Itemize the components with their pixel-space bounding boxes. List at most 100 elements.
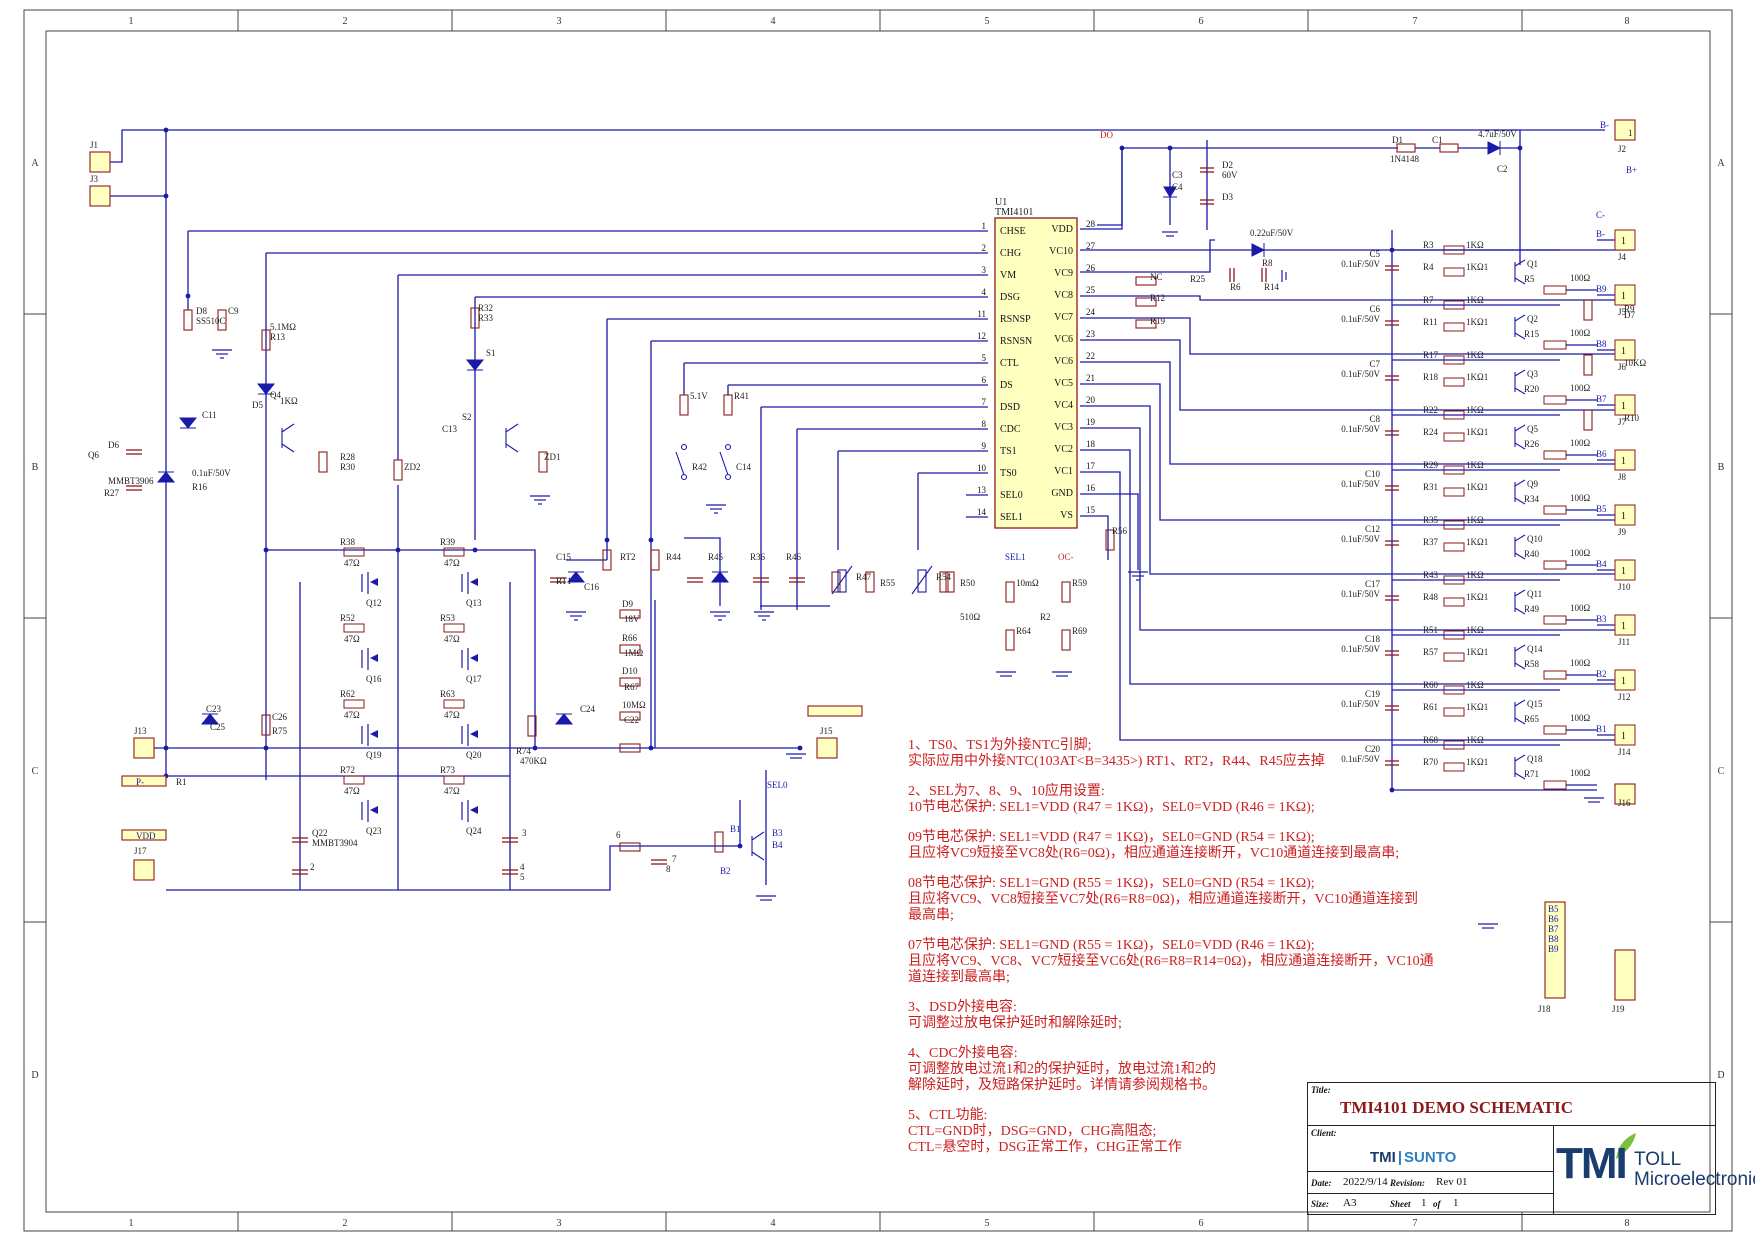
ic-pin-number: 26 xyxy=(1086,263,1096,273)
cell-connector-ref: J10 xyxy=(1618,582,1631,592)
label-ref: C25 xyxy=(210,722,226,732)
cell-sense-ref: R20 xyxy=(1524,384,1540,394)
column-number: 7 xyxy=(1413,1218,1418,1229)
cell-transistor xyxy=(1514,534,1526,542)
label-val: SS510C xyxy=(196,316,226,326)
client-label: Client: xyxy=(1311,1128,1337,1138)
label-val: 4.7uF/50V xyxy=(1478,129,1517,139)
label-ref: RT2 xyxy=(620,552,635,562)
ic-pin-number: 10 xyxy=(977,463,987,473)
client-logo-sunto: SUNTO xyxy=(1404,1149,1457,1166)
cell-res-b-ref: R24 xyxy=(1423,427,1439,437)
cell-sense-resistor xyxy=(1543,780,1567,790)
gate-resistor-ref: R38 xyxy=(340,537,356,547)
cell-cap-ref: C6 xyxy=(1369,304,1380,314)
ic-pin-name: CHG xyxy=(1000,248,1021,259)
cell-connector-ref: J12 xyxy=(1618,692,1631,702)
label-ref: R28 xyxy=(340,452,356,462)
ic-pin-number: 2 xyxy=(982,243,987,253)
gate-resistor-ref: R53 xyxy=(440,613,456,623)
label-ref: C4 xyxy=(1172,182,1183,192)
label-ref: ZD1 xyxy=(544,452,561,462)
column-number: 4 xyxy=(771,1218,776,1229)
client-row: Client: TMI | SUNTO xyxy=(1308,1126,1553,1172)
cell-res-a-ref: R17 xyxy=(1423,350,1439,360)
label-ref: C26 xyxy=(272,712,288,722)
cell-res-a-value: 1KΩ xyxy=(1466,570,1484,580)
label-pin: 6 xyxy=(616,830,621,840)
cell-cap-ref: C17 xyxy=(1365,579,1381,589)
ic-pin-name: CDC xyxy=(1000,424,1021,435)
note-line: 07节电芯保护: SEL1=GND (R55 = 1KΩ)，SEL0=VDD (… xyxy=(908,938,1315,953)
ic-tmi4101 xyxy=(994,217,1078,529)
column-number: 6 xyxy=(1199,16,1204,27)
ic-pin-number: 16 xyxy=(1086,483,1096,493)
cell-net-label: B6 xyxy=(1596,449,1607,459)
cell-transistor-ref: Q5 xyxy=(1527,424,1538,434)
label-val: 1MΩ xyxy=(624,648,644,658)
label-net: B4 xyxy=(772,840,783,850)
note-line: 10节电芯保护: SEL1=VDD (R47 = 1KΩ)，SEL0=VDD (… xyxy=(908,800,1315,815)
label-ref: D1 xyxy=(1392,135,1403,145)
mosfet-ref: Q13 xyxy=(466,598,482,608)
cell-res-b-ref: R48 xyxy=(1423,592,1439,602)
mosfet-arrow xyxy=(470,578,478,586)
title-row: Title: TMI4101 DEMO SCHEMATIC xyxy=(1308,1083,1715,1126)
mosfet-arrow xyxy=(470,654,478,662)
label-ref: R12 xyxy=(1150,293,1165,303)
label-ref: R69 xyxy=(1072,626,1088,636)
ic-pin-number: 12 xyxy=(977,331,986,341)
label-net: B3 xyxy=(772,828,783,838)
ic-pin-number: 24 xyxy=(1086,307,1096,317)
client-logo-tmi: TMI xyxy=(1370,1149,1396,1166)
column-number: 5 xyxy=(985,1218,990,1229)
gate-resistor xyxy=(443,623,465,633)
cell-transistor xyxy=(1514,699,1526,707)
label-ref: Q6 xyxy=(88,450,99,460)
note-line: 可调整过放电保护延时和解除延时; xyxy=(908,1016,1122,1031)
ic-pin-number: 20 xyxy=(1086,395,1096,405)
ic-pin-name: VC2 xyxy=(1054,444,1073,455)
note-line: 最高串; xyxy=(908,908,954,923)
cell-net-label: B8 xyxy=(1596,339,1607,349)
ic-pin-number: 23 xyxy=(1086,329,1096,339)
note-line: 3、DSD外接电容: xyxy=(908,1000,1017,1015)
date-label: Date: xyxy=(1311,1178,1332,1188)
drawing-title: TMI4101 DEMO SCHEMATIC xyxy=(1340,1098,1573,1117)
size-label: Size: xyxy=(1311,1199,1329,1209)
ic-pin-number: 17 xyxy=(1086,461,1096,471)
cell-cap-ref: C8 xyxy=(1369,414,1380,424)
label-ref: R42 xyxy=(692,462,707,472)
cell-net-label: B- xyxy=(1596,229,1605,239)
label-ref: Q4 xyxy=(270,390,281,400)
gate-resistor xyxy=(443,775,465,785)
mosfet-arrow xyxy=(370,806,378,814)
cell-row: C100.1uF/50V R29 1KΩ R31 1KΩ1 Q9 R34 100Ω 1 B6 J8 xyxy=(1341,449,1636,515)
gate-resistor xyxy=(443,547,465,557)
sheet-label: Sheet xyxy=(1390,1199,1411,1209)
label-val: MMBT3904 xyxy=(312,838,358,848)
mosfet-arrow xyxy=(370,654,378,662)
note-block: 2、SEL为7、8、9、10应用设置: 10节电芯保护: SEL1=VDD (R4… xyxy=(908,784,1468,816)
cell-transistor-ref: Q18 xyxy=(1527,754,1543,764)
cell-res-a-value: 1KΩ xyxy=(1466,625,1484,635)
cell-cap-value: 0.1uF/50V xyxy=(1341,699,1380,709)
cell-connector-pin: 1 xyxy=(1621,511,1626,522)
column-number: 1 xyxy=(129,16,134,27)
label-ref: D8 xyxy=(196,306,207,316)
row-letter: B xyxy=(32,462,39,473)
mosfet-arrow xyxy=(470,806,478,814)
label-ref: R41 xyxy=(734,391,749,401)
label-ref: R2 xyxy=(1040,612,1051,622)
cell-res-b-value: 1KΩ1 xyxy=(1466,592,1488,602)
mosfet-array: R38 47Ω Q12 R39 47Ω Q13 R52 47Ω Q16 R53 47Ω Q17 R62 4… xyxy=(340,537,482,836)
label-net: C- xyxy=(1596,210,1605,220)
label-val: 0.22uF/50V xyxy=(1250,228,1294,238)
label-ref: J19 xyxy=(1612,1004,1625,1014)
ic-pin-name: DSD xyxy=(1000,402,1020,413)
mosfet-ref: Q24 xyxy=(466,826,482,836)
note-line: 且应将VC9短接至VC8处(R6=0Ω)，相应通道连接断开，VC10通道连接到最… xyxy=(908,846,1400,861)
label-ref: R25 xyxy=(1190,274,1206,284)
label-ref: R1 xyxy=(176,777,187,787)
cell-res-b-value: 1KΩ1 xyxy=(1466,702,1488,712)
